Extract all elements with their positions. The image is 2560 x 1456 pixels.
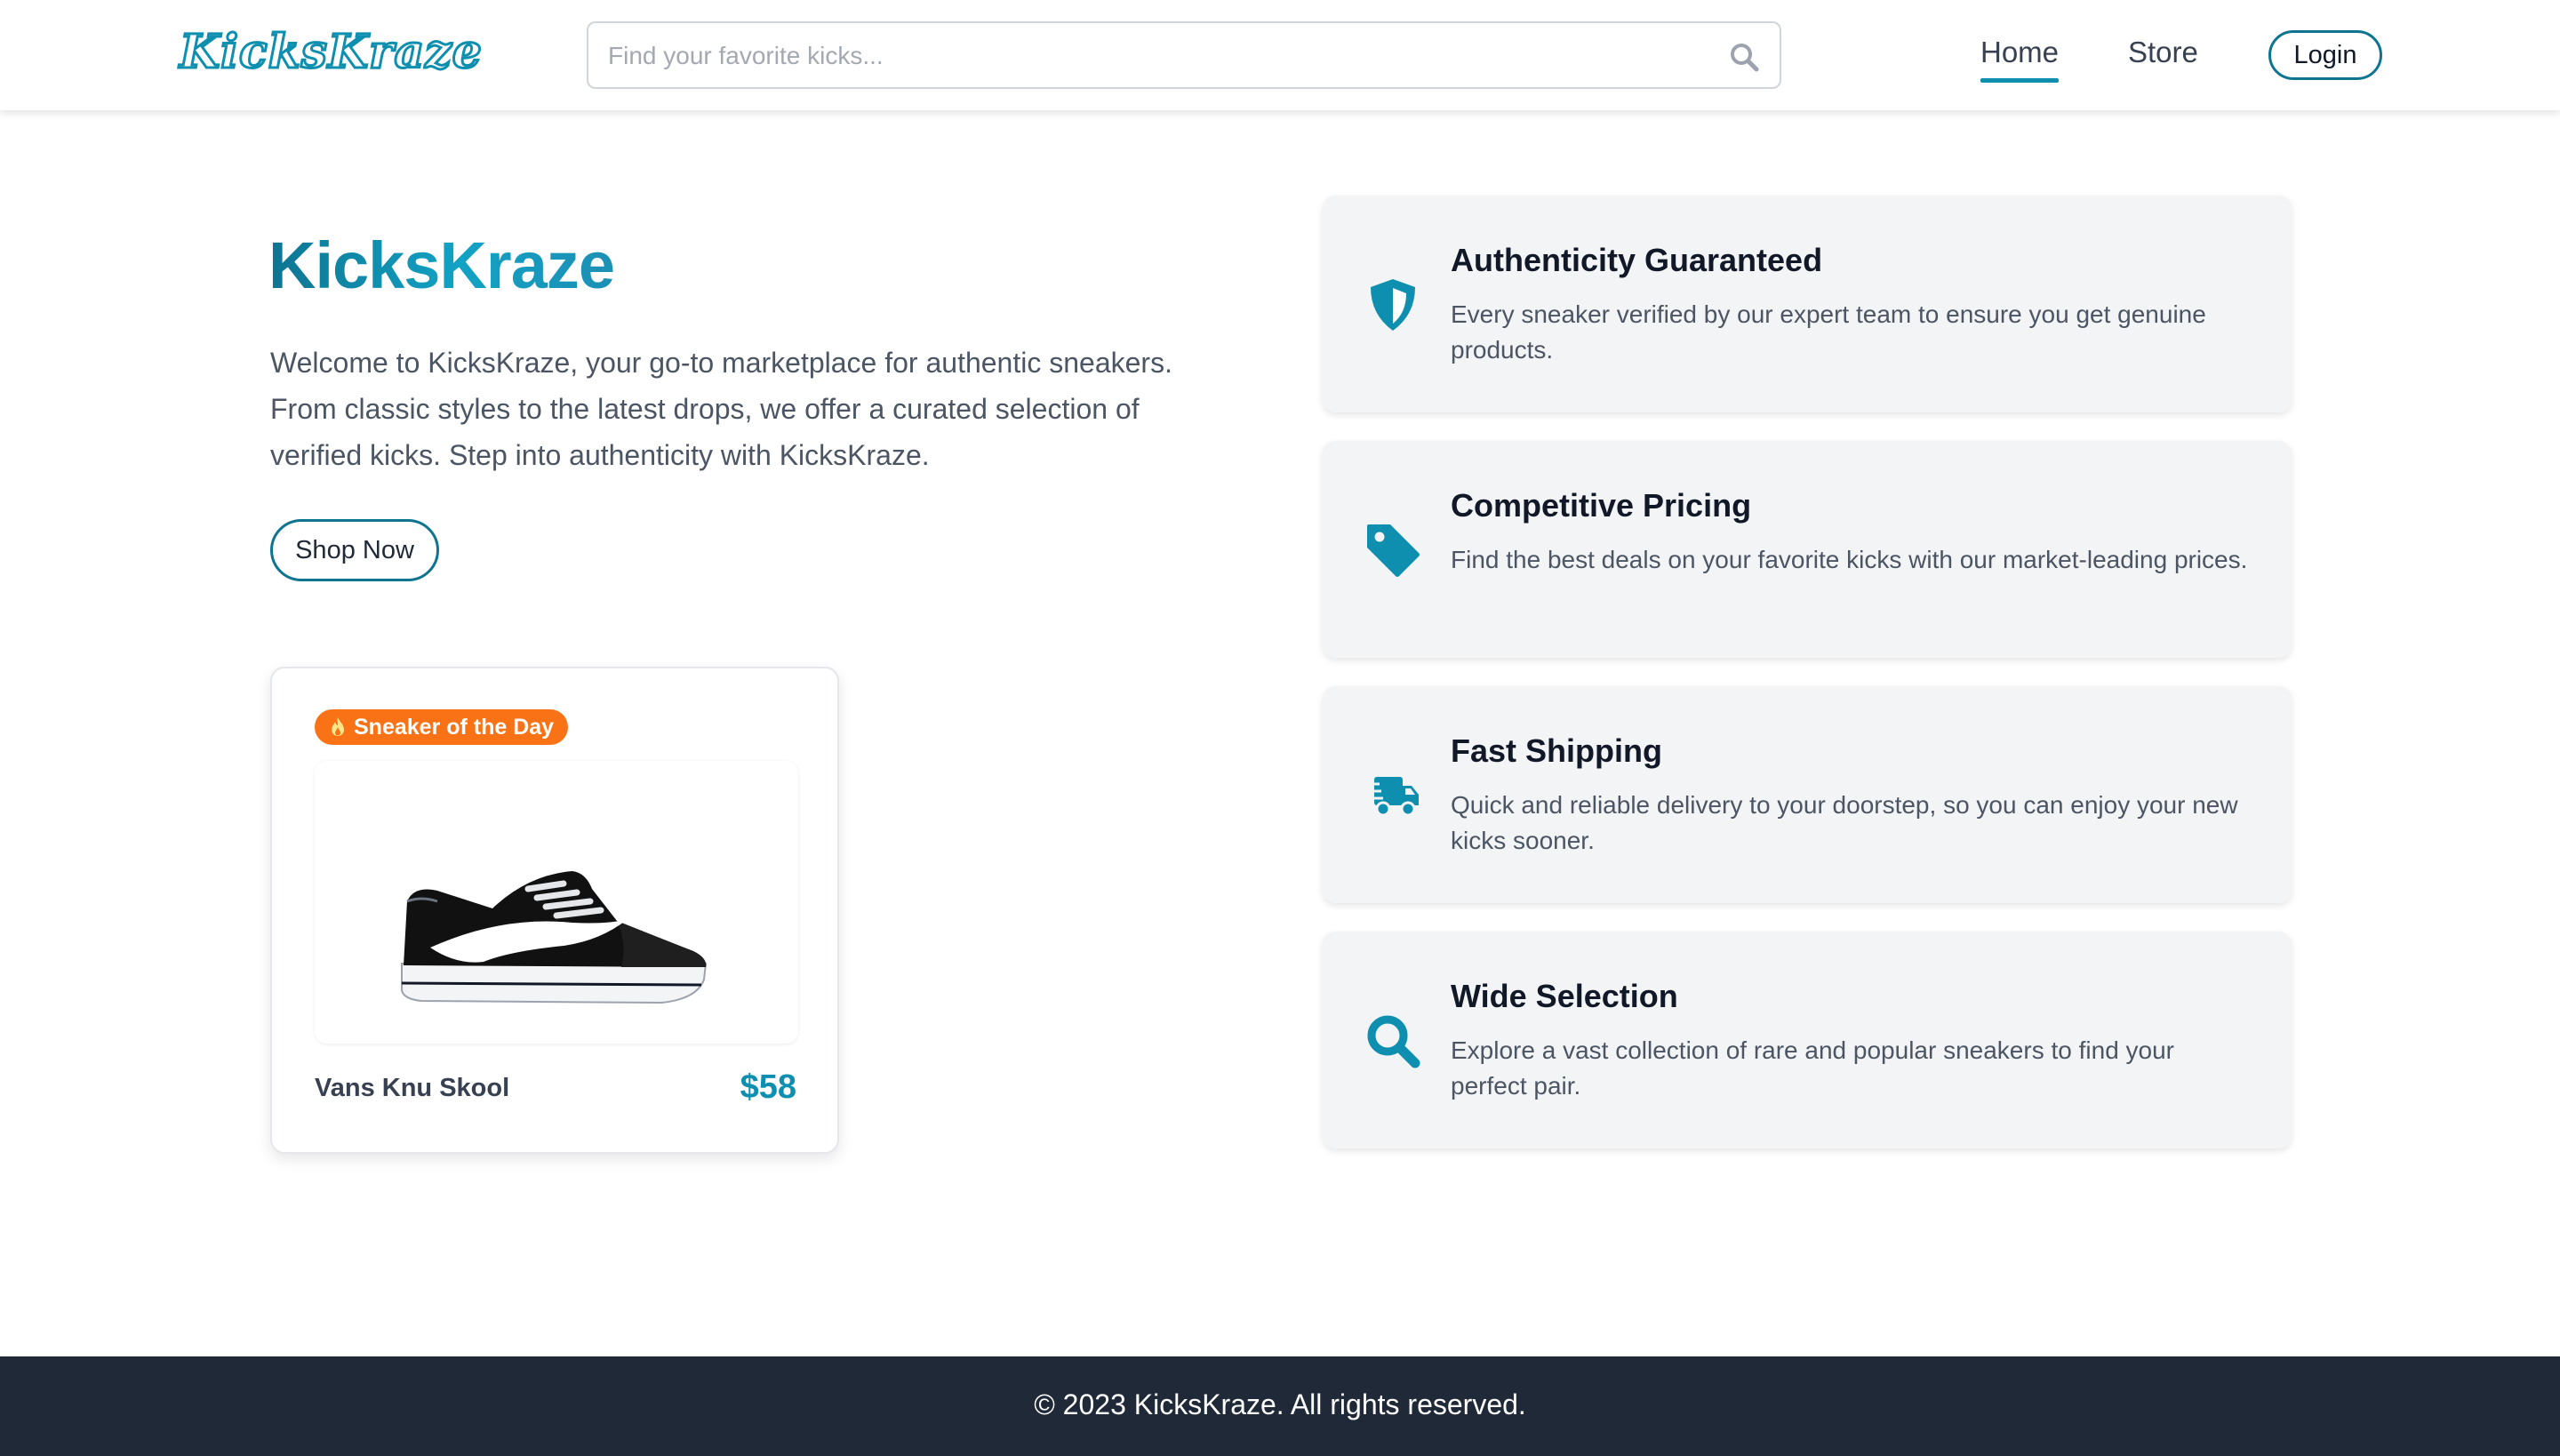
- sneaker-of-the-day-card[interactable]: Sneaker of the Day Vans Knu Skool $58: [270, 667, 839, 1154]
- feature-description: Quick and reliable delivery to your door…: [1451, 791, 2238, 854]
- search-icon[interactable]: [1728, 41, 1760, 73]
- shield-icon: [1371, 279, 1415, 331]
- footer-copyright: © 2023 KicksKraze. All rights reserved.: [1034, 1388, 1526, 1420]
- feature-card-selection: Wide Selection Explore a vast collection…: [1323, 932, 2292, 1148]
- feature-description: Find the best deals on your favorite kic…: [1451, 546, 2248, 573]
- search-input[interactable]: [608, 36, 1675, 76]
- sneaker-image[interactable]: [315, 761, 798, 1044]
- flame-icon: [332, 717, 344, 736]
- feature-description: Explore a vast collection of rare and po…: [1451, 1036, 2175, 1100]
- site-logo[interactable]: KicksKraze: [179, 24, 484, 81]
- sneaker-illustration: [401, 871, 708, 1004]
- site-footer: © 2023 KicksKraze. All rights reserved.: [0, 1356, 2560, 1456]
- sneaker-of-the-day-badge: Sneaker of the Day: [315, 709, 569, 745]
- search-bar: [587, 21, 1781, 89]
- feature-card-shipping: Fast Shipping Quick and reliable deliver…: [1323, 686, 2292, 903]
- feature-description: Every sneaker verified by our expert tea…: [1451, 300, 2206, 364]
- badge-label: Sneaker of the Day: [354, 714, 555, 740]
- feature-title: Competitive Pricing: [1451, 487, 1752, 524]
- truck-icon: [1365, 777, 1419, 817]
- feature-title: Authenticity Guaranteed: [1451, 242, 1823, 278]
- feature-card-pricing: Competitive Pricing Find the best deals …: [1323, 441, 2292, 658]
- feature-card-authenticity: Authenticity Guaranteed Every sneaker ve…: [1323, 196, 2292, 412]
- feature-title: Fast Shipping: [1451, 732, 1662, 769]
- hero-title: KicksKraze: [268, 228, 615, 302]
- hero-description: Welcome to KicksKraze, your go-to market…: [270, 347, 1172, 471]
- sneaker-name[interactable]: Vans Knu Skool: [315, 1074, 509, 1103]
- site-header: KicksKraze Home Store Login: [0, 0, 2560, 110]
- feature-title: Wide Selection: [1451, 978, 1678, 1014]
- shop-now-button[interactable]: Shop Now: [270, 519, 439, 581]
- tag-icon: [1367, 524, 1420, 577]
- sneaker-price: $58: [740, 1068, 796, 1106]
- nav-store-link[interactable]: Store: [2128, 36, 2198, 69]
- search-icon: [1367, 1015, 1420, 1068]
- login-button[interactable]: Login: [2268, 30, 2382, 80]
- active-nav-indicator: [1980, 78, 2059, 83]
- nav-home-link[interactable]: Home: [1980, 36, 2059, 69]
